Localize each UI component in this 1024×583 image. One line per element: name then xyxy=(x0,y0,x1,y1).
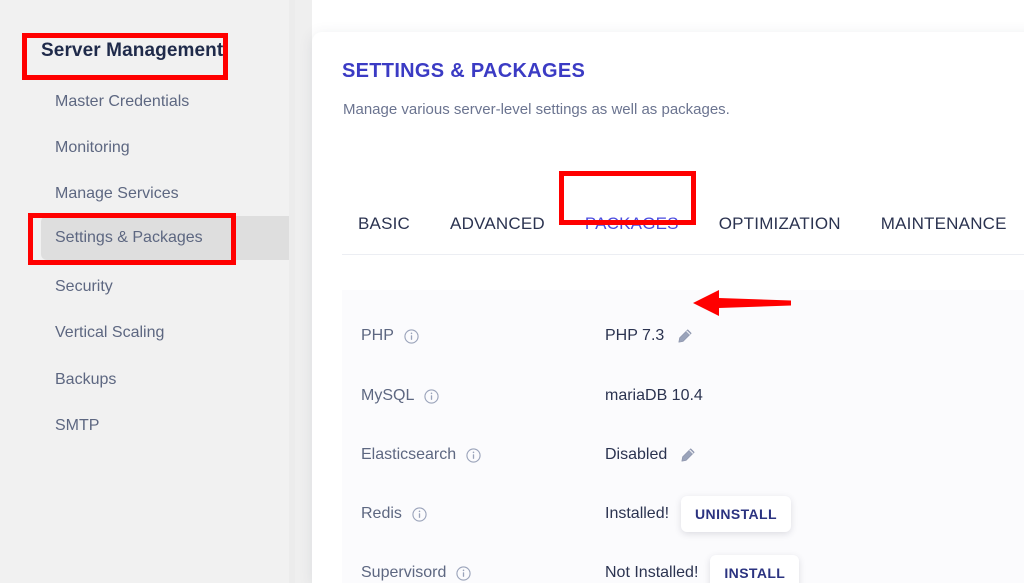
package-name-cell: Redis xyxy=(361,484,427,544)
sidebar-item-label: Monitoring xyxy=(55,139,130,156)
table-row: Supervisord Not Installed! INSTALL xyxy=(342,543,1024,583)
tab-packages[interactable]: PACKAGES xyxy=(565,214,699,234)
tab-bar: BASIC ADVANCED PACKAGES OPTIMIZATION MAI… xyxy=(342,214,1024,234)
package-label: Elasticsearch xyxy=(361,446,457,463)
sidebar-item-label: SMTP xyxy=(55,417,100,434)
table-row: Redis Installed! UNINSTALL xyxy=(342,484,1024,544)
package-value: Disabled xyxy=(605,446,668,463)
sidebar-item-master-credentials[interactable]: Master Credentials xyxy=(41,80,289,124)
page-title: SETTINGS & PACKAGES xyxy=(342,60,586,82)
tab-divider xyxy=(342,254,1024,255)
package-value-cell: Not Installed! INSTALL xyxy=(605,543,800,583)
package-value: Installed! xyxy=(605,505,670,522)
package-value-cell: mariaDB 10.4 xyxy=(605,366,703,426)
package-name-cell: Elasticsearch xyxy=(361,425,481,485)
uninstall-button[interactable]: UNINSTALL xyxy=(681,496,791,532)
sidebar-item-smtp[interactable]: SMTP xyxy=(41,404,289,448)
package-name-cell: MySQL xyxy=(361,366,439,426)
table-row: PHP PHP 7.3 xyxy=(342,306,1024,366)
package-name-cell: PHP xyxy=(361,306,419,366)
sidebar-item-backups[interactable]: Backups xyxy=(41,358,289,402)
sidebar-item-manage-services[interactable]: Manage Services xyxy=(41,172,289,216)
table-row: MySQL mariaDB 10.4 xyxy=(342,366,1024,426)
info-circle-icon[interactable] xyxy=(424,388,439,404)
pencil-icon[interactable] xyxy=(676,328,693,345)
package-name-cell: Supervisord xyxy=(361,543,471,583)
package-label: MySQL xyxy=(361,387,415,404)
sidebar-item-label: Master Credentials xyxy=(55,93,190,110)
packages-panel: PHP PHP 7.3 MySQL mariaDB 10.4 Elasticse… xyxy=(342,290,1024,583)
pencil-icon[interactable] xyxy=(679,447,696,464)
package-value-cell: Disabled xyxy=(605,425,696,485)
package-value: PHP 7.3 xyxy=(605,327,665,344)
package-value: mariaDB 10.4 xyxy=(605,387,703,404)
page-subtitle: Manage various server-level settings as … xyxy=(343,101,730,118)
table-row: Elasticsearch Disabled xyxy=(342,425,1024,485)
sidebar: Server Management Master Credentials Mon… xyxy=(0,0,295,583)
install-button[interactable]: INSTALL xyxy=(710,555,800,583)
sidebar-item-label: Settings & Packages xyxy=(55,229,203,246)
sidebar-item-label: Manage Services xyxy=(55,185,179,202)
sidebar-item-label: Backups xyxy=(55,371,117,388)
sidebar-item-monitoring[interactable]: Monitoring xyxy=(41,126,289,170)
settings-packages-card: SETTINGS & PACKAGES Manage various serve… xyxy=(312,32,1024,583)
info-circle-icon[interactable] xyxy=(412,506,427,522)
content-gutter xyxy=(295,0,312,583)
package-value: Not Installed! xyxy=(605,564,699,581)
info-circle-icon[interactable] xyxy=(466,447,481,463)
sidebar-item-settings-packages[interactable]: Settings & Packages xyxy=(41,216,289,260)
package-value-cell: Installed! UNINSTALL xyxy=(605,484,791,544)
tab-advanced[interactable]: ADVANCED xyxy=(430,214,565,234)
sidebar-title: Server Management xyxy=(41,40,224,61)
package-label: PHP xyxy=(361,327,394,344)
info-circle-icon[interactable] xyxy=(456,565,471,581)
tab-optimization[interactable]: OPTIMIZATION xyxy=(699,214,861,234)
sidebar-item-label: Vertical Scaling xyxy=(55,324,165,341)
package-value-cell: PHP 7.3 xyxy=(605,306,693,366)
package-label: Supervisord xyxy=(361,564,447,581)
tab-basic[interactable]: BASIC xyxy=(342,214,430,234)
package-label: Redis xyxy=(361,505,402,522)
tab-maintenance[interactable]: MAINTENANCE xyxy=(861,214,1024,234)
info-circle-icon[interactable] xyxy=(404,328,419,344)
sidebar-item-vertical-scaling[interactable]: Vertical Scaling xyxy=(41,311,289,355)
sidebar-item-security[interactable]: Security xyxy=(41,265,289,309)
sidebar-item-label: Security xyxy=(55,278,113,295)
app-root: Server Management Master Credentials Mon… xyxy=(0,0,1024,583)
